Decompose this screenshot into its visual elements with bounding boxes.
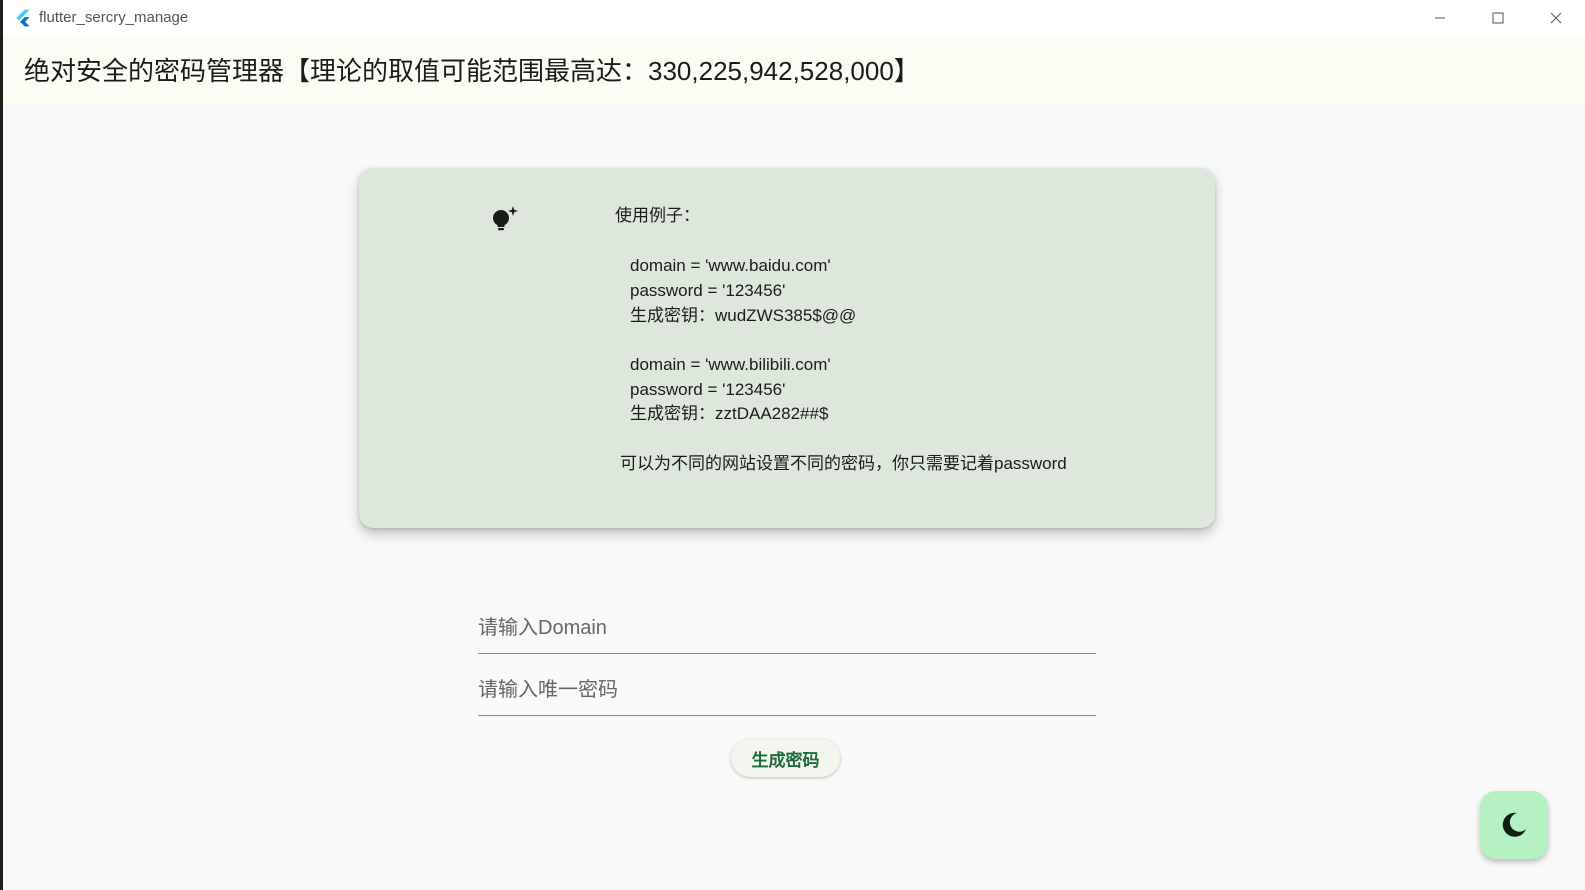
window-controls: [1411, 0, 1585, 35]
flutter-logo-icon: [16, 9, 30, 26]
window-titlebar: flutter_sercry_manage: [3, 0, 1585, 35]
generate-password-button[interactable]: 生成密码: [731, 739, 840, 777]
minimize-button[interactable]: [1411, 0, 1469, 35]
maximize-button[interactable]: [1469, 0, 1527, 35]
app-bar: 绝对安全的密码管理器【理论的取值可能范围最高达：330,225,942,528,…: [3, 35, 1585, 104]
minimize-icon: [1435, 17, 1445, 18]
example2-password: password = '123456': [630, 380, 786, 399]
maximize-icon: [1492, 12, 1504, 23]
left-window-edge: [0, 0, 3, 890]
moon-icon: [1502, 812, 1526, 837]
page-title: 绝对安全的密码管理器【理论的取值可能范围最高达：330,225,942,528,…: [24, 56, 920, 86]
password-field[interactable]: [478, 665, 1096, 716]
theme-toggle-button[interactable]: [1480, 791, 1548, 859]
example-heading: 使用例子：: [615, 206, 700, 225]
example2-domain: domain = 'www.bilibili.com': [630, 355, 831, 374]
example2-key: 生成密钥：zztDAA282##$: [630, 404, 829, 423]
example1-password: password = '123456': [630, 281, 786, 300]
example1-key: 生成密钥：wudZWS385$@@: [630, 306, 857, 325]
domain-field[interactable]: [478, 603, 1096, 654]
close-button[interactable]: [1527, 0, 1585, 35]
example1-domain: domain = 'www.baidu.com': [630, 256, 831, 275]
close-icon: [1550, 12, 1562, 23]
lightbulb-sparkle-icon: [493, 206, 518, 231]
usage-example-card: 使用例子： domain = 'www.baidu.com' password …: [359, 168, 1215, 528]
domain-input[interactable]: [478, 616, 1096, 640]
window-title: flutter_sercry_manage: [39, 9, 189, 26]
password-input[interactable]: [478, 678, 1096, 702]
example-footer-note: 可以为不同的网站设置不同的密码，你只需要记着password: [620, 454, 1067, 473]
